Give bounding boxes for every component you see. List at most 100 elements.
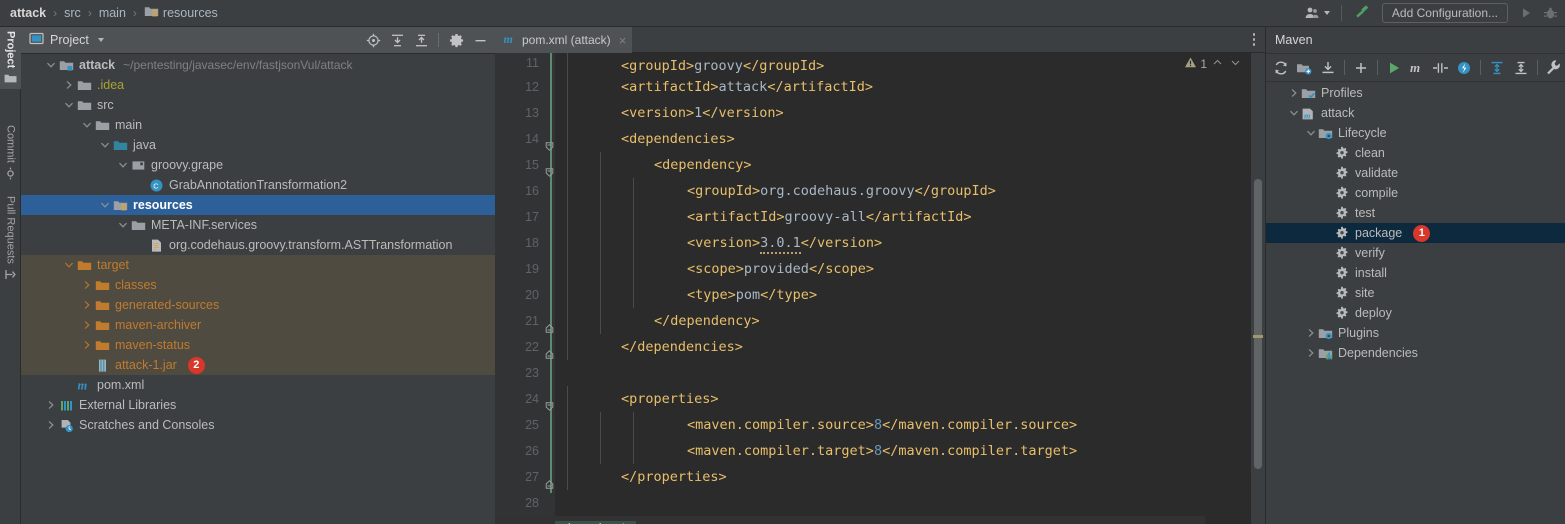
chevron-right-icon[interactable] (1304, 348, 1317, 358)
chevron-right-icon[interactable] (45, 420, 56, 431)
chevron-right-icon[interactable] (63, 80, 74, 91)
maven-node-package[interactable]: package 1 (1266, 223, 1565, 243)
user-account-icon[interactable] (1299, 1, 1335, 25)
next-problem-icon[interactable] (1228, 57, 1243, 71)
expand-all-icon[interactable] (386, 29, 408, 51)
code-line-16[interactable]: 16 <groupId>org.codehaus.groovy</groupId> (495, 178, 1265, 204)
maven-node-lifecycle[interactable]: Lifecycle (1266, 123, 1565, 143)
maven-node-deploy[interactable]: deploy (1266, 303, 1565, 323)
code-line-20[interactable]: 20 <type>pom</type> (495, 282, 1265, 308)
rail-item-project[interactable]: Project (0, 27, 21, 89)
code-fold-open-icon[interactable] (545, 394, 554, 411)
code-line-24[interactable]: 24 <properties> (495, 386, 1265, 412)
code-line-23[interactable]: 23 (495, 360, 1265, 386)
chevron-down-icon[interactable] (63, 260, 74, 271)
code-fold-close-icon[interactable] (545, 342, 554, 359)
tree-node-scratches-and-consoles[interactable]: Scratches and Consoles (21, 415, 495, 435)
previous-problem-icon[interactable] (1210, 57, 1225, 71)
tree-node-org-codehaus-groovy-transform-asttransformation[interactable]: org.codehaus.groovy.transform.ASTTransfo… (21, 235, 495, 255)
chevron-down-icon[interactable] (97, 38, 104, 42)
chevron-right-icon[interactable] (81, 280, 92, 291)
tree-node-java[interactable]: java (21, 135, 495, 155)
editor-warning-marker[interactable] (1253, 335, 1263, 338)
code-line-13[interactable]: 13 <version>1</version> (495, 100, 1265, 126)
chevron-down-icon[interactable] (1287, 108, 1300, 118)
code-fold-close-icon[interactable] (545, 316, 554, 333)
tree-node-meta-inf-services[interactable]: META-INF.services (21, 215, 495, 235)
chevron-down-icon[interactable] (117, 160, 128, 171)
breadcrumb-item-attack[interactable]: attack (8, 6, 48, 20)
maven-node-verify[interactable]: verify (1266, 243, 1565, 263)
maven-node-profiles[interactable]: Profiles (1266, 83, 1565, 103)
plus-icon[interactable] (1350, 56, 1372, 80)
code-line-25[interactable]: 25 <maven.compiler.source>8</maven.compil… (495, 412, 1265, 438)
maven-node-dependencies[interactable]: Dependencies (1266, 343, 1565, 363)
minimize-icon[interactable] (469, 29, 491, 51)
tree-node-main[interactable]: main (21, 115, 495, 135)
tree-node-groovy-grape[interactable]: groovy.grape (21, 155, 495, 175)
tree-node-external-libraries[interactable]: External Libraries (21, 395, 495, 415)
run-play-icon[interactable] (1514, 1, 1538, 25)
maven-settings-wrench-icon[interactable] (1543, 56, 1565, 80)
kebab-menu-icon[interactable] (1249, 33, 1260, 46)
debug-bug-icon[interactable] (1538, 1, 1563, 25)
editor-scrollbar[interactable] (1251, 53, 1265, 524)
editor-scrollbar-thumb[interactable] (1254, 179, 1262, 469)
code-line-12[interactable]: 12 <artifactId>attack</artifactId> (495, 74, 1265, 100)
tree-node-maven-status[interactable]: maven-status (21, 335, 495, 355)
code-line-21[interactable]: 21 </dependency> (495, 308, 1265, 334)
maven-node-attack[interactable]: m attack (1266, 103, 1565, 123)
code-line-22[interactable]: 22 </dependencies> (495, 334, 1265, 360)
maven-node-install[interactable]: install (1266, 263, 1565, 283)
tree-node-maven-archiver[interactable]: maven-archiver (21, 315, 495, 335)
tree-node-target[interactable]: target (21, 255, 495, 275)
project-tree[interactable]: attack ~/pentesting/javasec/env/fastjsonV… (21, 55, 495, 524)
editor-tab-pom-xml[interactable]: m pom.xml (attack) × (495, 27, 633, 53)
close-icon[interactable]: × (619, 34, 627, 47)
maven-tree[interactable]: Profiles m attack Lifecycle clean validate com… (1266, 83, 1565, 524)
tree-node-src[interactable]: src (21, 95, 495, 115)
code-line-27[interactable]: 27 </properties> (495, 464, 1265, 490)
collapse-all-icon[interactable] (410, 29, 432, 51)
toggle-skip-tests-icon[interactable] (1430, 56, 1452, 80)
tree-node-pom-xml[interactable]: m pom.xml (21, 375, 495, 395)
breadcrumb-item-src[interactable]: src (62, 6, 83, 20)
collapse-all-icon[interactable] (1509, 56, 1531, 80)
code-line-29[interactable]: 29 </project> (495, 516, 1265, 524)
code-line-26[interactable]: 26 <maven.compiler.target>8</maven.compil… (495, 438, 1265, 464)
code-line-19[interactable]: 19 <scope>provided</scope> (495, 256, 1265, 282)
chevron-right-icon[interactable] (1287, 88, 1300, 98)
tree-node-generated-sources[interactable]: generated-sources (21, 295, 495, 315)
code-line-14[interactable]: 14 <dependencies> (495, 126, 1265, 152)
tree-node-classes[interactable]: classes (21, 275, 495, 295)
build-hammer-icon[interactable] (1348, 1, 1376, 25)
maven-node-clean[interactable]: clean (1266, 143, 1565, 163)
rail-item-pull-requests[interactable]: Pull Requests (0, 192, 21, 302)
gear-icon[interactable] (445, 29, 467, 51)
maven-node-test[interactable]: test (1266, 203, 1565, 223)
chevron-down-icon[interactable] (81, 120, 92, 131)
chevron-right-icon[interactable] (1304, 328, 1317, 338)
run-maven-build-icon[interactable] (1383, 56, 1405, 80)
inspection-widget[interactable]: 1 (1184, 56, 1243, 72)
code-fold-open-icon[interactable] (545, 134, 554, 151)
chevron-right-icon[interactable] (81, 300, 92, 311)
reload-all-projects-icon[interactable] (1270, 56, 1292, 80)
chevron-down-icon[interactable] (99, 140, 110, 151)
chevron-right-icon[interactable] (45, 400, 56, 411)
maven-node-site[interactable]: site (1266, 283, 1565, 303)
code-line-18[interactable]: 18 <version>3.0.1</version> (495, 230, 1265, 256)
code-line-28[interactable]: 28 (495, 490, 1265, 516)
execute-maven-goal-icon[interactable]: m (1406, 56, 1428, 80)
rail-item-commit[interactable]: Commit (0, 121, 21, 187)
code-line-17[interactable]: 17 <artifactId>groovy-all</artifactId> (495, 204, 1265, 230)
add-configuration-button[interactable]: Add Configuration... (1381, 3, 1508, 23)
breadcrumb-item-main[interactable]: main (97, 6, 128, 20)
download-sources-icon[interactable] (1317, 56, 1339, 80)
chevron-down-icon[interactable] (117, 220, 128, 231)
toggle-offline-mode-icon[interactable] (1453, 56, 1475, 80)
code-line-15[interactable]: 15 <dependency> (495, 152, 1265, 178)
code-editor[interactable]: 11 <groupId>groovy</groupId> 12 <artifactId… (495, 53, 1265, 524)
tree-node-resources[interactable]: resources (21, 195, 495, 215)
select-opened-file-icon[interactable] (362, 29, 384, 51)
